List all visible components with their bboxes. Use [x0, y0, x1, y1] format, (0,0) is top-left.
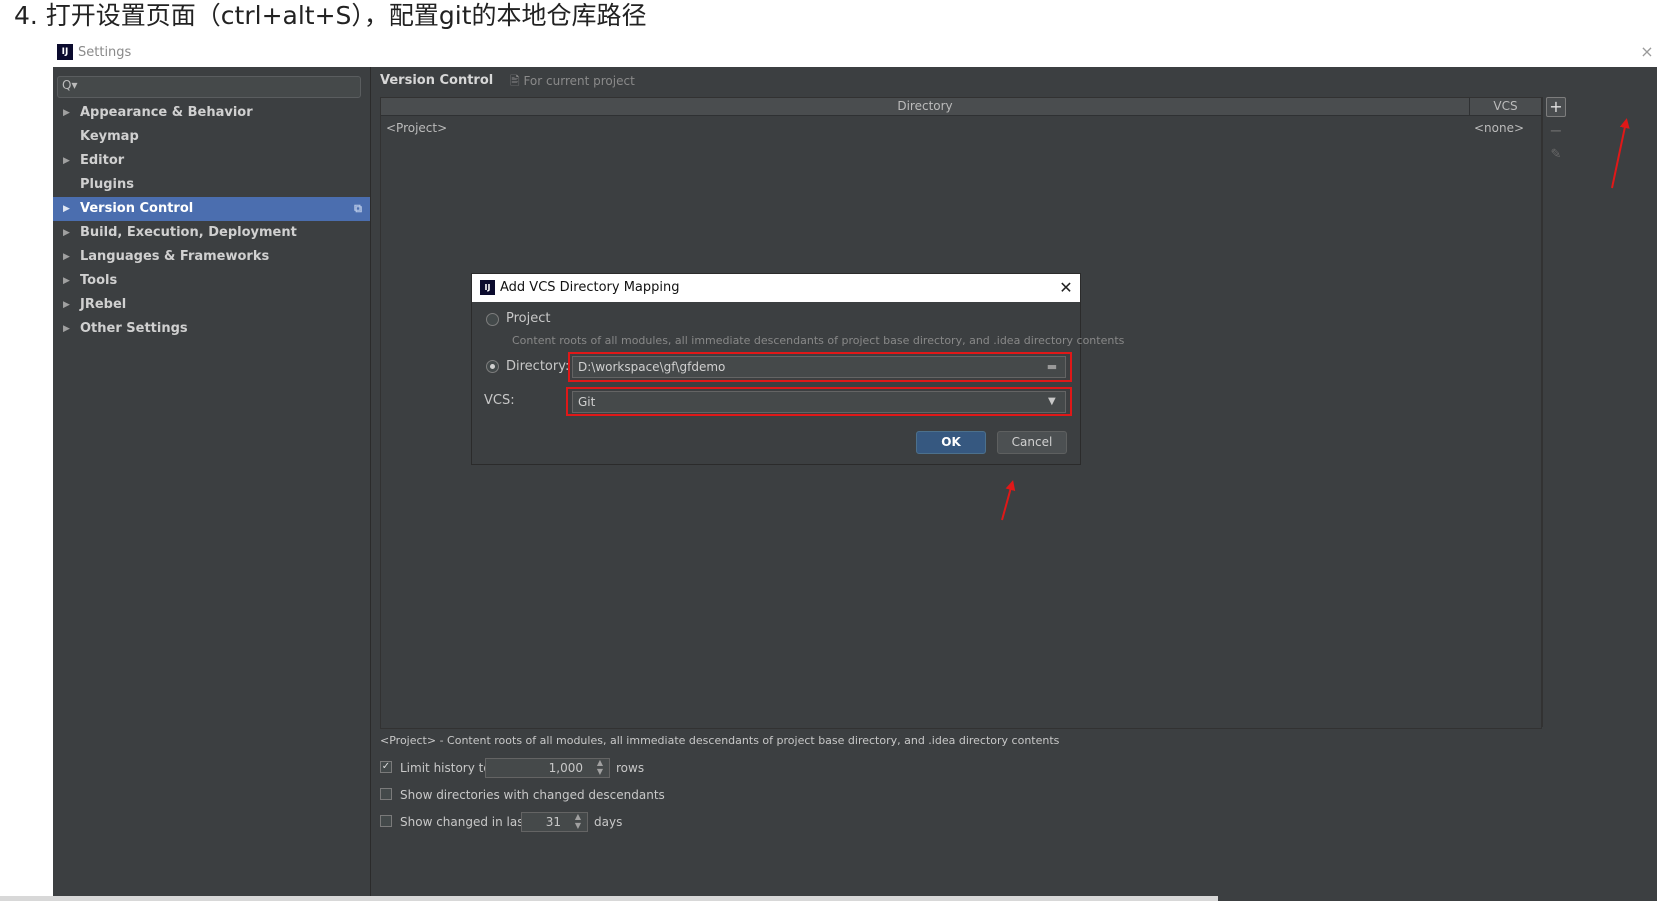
- page-bottom-divider: [0, 896, 1218, 901]
- annotation-overlay: [1001, 118, 1630, 521]
- annotation-arrow-ok: [1001, 480, 1016, 521]
- annotation-arrow-add: [1611, 118, 1630, 189]
